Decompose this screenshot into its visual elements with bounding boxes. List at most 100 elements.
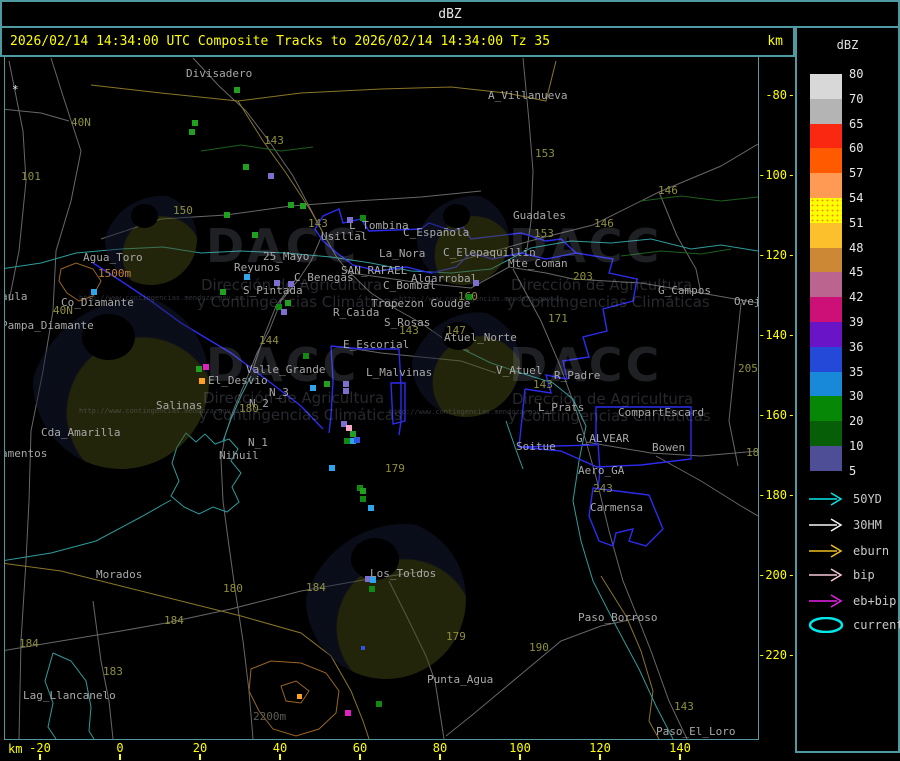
colorbar-label: 30 bbox=[849, 389, 864, 404]
x-axis: km -20 0 20 40 60 80 100 120 140 bbox=[0, 738, 795, 761]
y-tick-label: -200 bbox=[758, 568, 787, 582]
colorbar-label: 36 bbox=[849, 339, 864, 354]
colorbar-label: 5 bbox=[849, 463, 857, 478]
x-tick-label-120: 120 bbox=[589, 741, 611, 755]
x-tick-mark bbox=[359, 754, 361, 760]
current-ellipse-icon bbox=[807, 616, 847, 634]
y-tick--220: -220- bbox=[757, 649, 795, 661]
colorbar-cell-30 bbox=[810, 396, 842, 422]
y-tick-label: -140 bbox=[758, 328, 787, 342]
eb+bip-arrow-icon bbox=[807, 593, 847, 609]
x-tick-mark bbox=[199, 754, 201, 760]
page-title: dBZ bbox=[438, 6, 462, 22]
colorbar-panel: dBZ 80 70 65 60 57 54 51 48 45 42 39 36 35 30 20 10 5 50… bbox=[795, 26, 900, 753]
y-tick-mark: - bbox=[787, 88, 795, 102]
timestamp-text: 2026/02/14 14:34:00 UTC Composite Tracks… bbox=[10, 34, 551, 49]
x-tick-label-140: 140 bbox=[669, 741, 691, 755]
x-tick-mark bbox=[439, 754, 441, 760]
y-tick--100: -100- bbox=[757, 169, 795, 181]
y-tick-mark: - bbox=[787, 408, 795, 422]
colorbar-cell-65 bbox=[810, 123, 842, 149]
colorbar-cell-57 bbox=[810, 173, 842, 198]
legend-item-eburn: eburn bbox=[807, 543, 889, 559]
colorbar-cell-10 bbox=[810, 445, 842, 471]
streams bbox=[200, 144, 758, 257]
colorbar-cell-70 bbox=[810, 98, 842, 124]
colorbar-label: 65 bbox=[849, 116, 864, 131]
colorbar-label: 80 bbox=[849, 67, 864, 81]
colorbar-label: 39 bbox=[849, 315, 864, 329]
colorbar-label: 42 bbox=[849, 290, 864, 305]
x-tick-mark bbox=[119, 754, 121, 760]
colorbar-label: 20 bbox=[849, 414, 864, 429]
colorbar-cell-48 bbox=[810, 247, 842, 273]
x-tick-label-100: 100 bbox=[509, 741, 531, 755]
colorbar-label: 70 bbox=[849, 91, 864, 106]
colorbar-label: 48 bbox=[849, 240, 864, 255]
x-tick-mark bbox=[39, 754, 41, 760]
x-tick-label-80: 80 bbox=[432, 741, 448, 755]
y-tick-label: -120 bbox=[758, 248, 787, 262]
header-bar: 2026/02/14 14:34:00 UTC Composite Tracks… bbox=[0, 26, 795, 57]
bip-arrow-icon bbox=[807, 567, 847, 583]
y-tick-mark: - bbox=[787, 168, 795, 182]
colorbar-cell-51 bbox=[810, 222, 842, 248]
colorbar-label: 57 bbox=[849, 166, 864, 181]
colorbar-label: 45 bbox=[849, 265, 864, 280]
y-tick-label: -100 bbox=[758, 168, 787, 182]
colorbar-cells bbox=[810, 74, 842, 471]
eburn-arrow-icon bbox=[807, 543, 847, 559]
colorbar-cell-20 bbox=[810, 421, 842, 446]
colorbar-cell-42 bbox=[810, 297, 842, 322]
y-tick--180: -180- bbox=[757, 489, 795, 501]
y-tick--160: -160- bbox=[757, 409, 795, 421]
y-tick-mark: - bbox=[787, 488, 795, 502]
colorbar-cell-45 bbox=[810, 272, 842, 298]
colorbar-label: 51 bbox=[849, 215, 864, 230]
y-tick-label: -180 bbox=[758, 488, 787, 502]
colorbar-cell-60 bbox=[810, 148, 842, 174]
x-tick-label-40: 40 bbox=[272, 741, 288, 755]
radar-map[interactable]: DACC DACC DACC DACC Dirección de Agricultura… bbox=[4, 56, 759, 740]
colorbar-cell-39 bbox=[810, 321, 842, 347]
x-axis-unit: km bbox=[8, 742, 23, 756]
x-tick-mark bbox=[519, 754, 521, 760]
legend-label: eburn bbox=[853, 544, 890, 558]
x-tick-label-20: 20 bbox=[192, 741, 208, 755]
legend-item-eb+bip: eb+bip bbox=[807, 593, 896, 609]
y-tick--140: -140- bbox=[757, 329, 795, 341]
y-tick-label: -220 bbox=[758, 648, 787, 662]
colorbar-label: 60 bbox=[849, 141, 864, 156]
colorbar-label: 54 bbox=[849, 191, 864, 205]
track-boundaries bbox=[92, 208, 692, 547]
legend-label: 30HM bbox=[853, 518, 882, 532]
30HM-arrow-icon bbox=[807, 517, 847, 533]
y-tick-mark: - bbox=[787, 248, 795, 262]
x-tick-label-0: 0 bbox=[116, 741, 124, 755]
colorbar-label: 35 bbox=[849, 364, 864, 379]
colorbar-cell-80 bbox=[810, 74, 842, 99]
50YD-arrow-icon bbox=[807, 491, 847, 507]
colorbar-label: 10 bbox=[849, 439, 864, 453]
legend-item-30HM: 30HM bbox=[807, 517, 882, 533]
colorbar-cell-54 bbox=[810, 197, 842, 223]
map-geography bbox=[5, 57, 758, 739]
x-tick-mark bbox=[599, 754, 601, 760]
legend-item-bip: bip bbox=[807, 567, 875, 583]
y-tick--120: -120- bbox=[757, 249, 795, 261]
y-tick--80: -80- bbox=[757, 89, 795, 101]
legend-label: bip bbox=[853, 568, 875, 582]
y-tick-mark: - bbox=[787, 648, 795, 662]
legend-item-50YD: 50YD bbox=[807, 491, 882, 507]
legend-item-current: current bbox=[807, 616, 900, 634]
x-tick-mark bbox=[279, 754, 281, 760]
x-tick-mark bbox=[679, 754, 681, 760]
y-axis: -80- -100- -120- -140- -160- -180- -200- -220- bbox=[757, 56, 795, 738]
colorbar-title: dBZ bbox=[836, 38, 859, 52]
legend-label: 50YD bbox=[853, 492, 882, 506]
radar-app: dBZ 2026/02/14 14:34:00 UTC Composite Tr… bbox=[0, 0, 900, 761]
legend-label: current bbox=[853, 618, 900, 632]
y-tick-label: -80 bbox=[765, 88, 787, 102]
y-tick--200: -200- bbox=[757, 569, 795, 581]
colorbar-cell-36 bbox=[810, 346, 842, 372]
